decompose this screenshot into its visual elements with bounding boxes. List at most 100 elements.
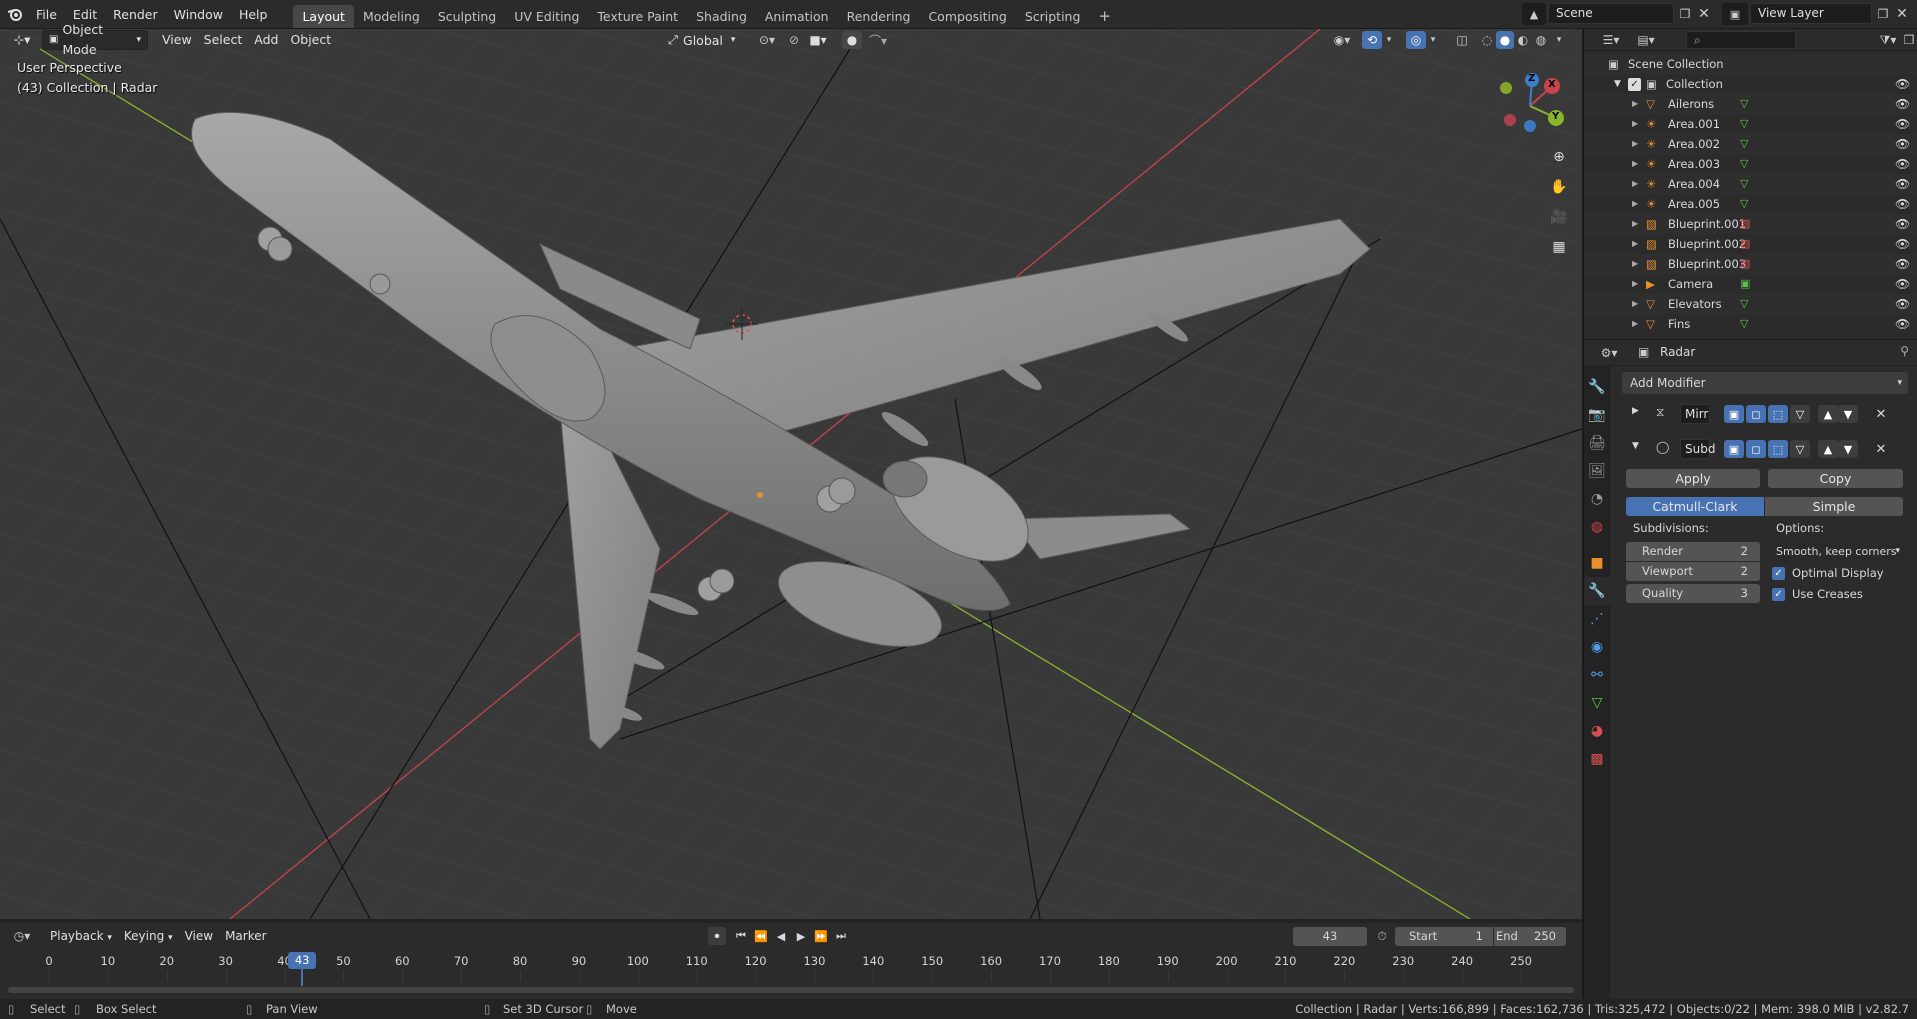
modifier-name-field[interactable]: Mirr — [1680, 404, 1710, 424]
move-down-icon[interactable]: ▼ — [1838, 405, 1858, 423]
menu-view[interactable]: View — [156, 30, 198, 50]
record-icon[interactable]: ⏺ — [708, 927, 726, 945]
current-frame-field[interactable]: 43 — [1293, 927, 1367, 946]
jump-keyframe-back-icon[interactable]: ⏪ — [752, 927, 770, 945]
start-frame-field[interactable]: Start 1 — [1395, 927, 1493, 946]
expand-arrow-icon[interactable]: ▶ — [1632, 154, 1638, 174]
close-icon[interactable]: ✕ — [1872, 405, 1890, 423]
camera-view-icon[interactable]: 🎥 — [1546, 204, 1572, 230]
move-up-icon[interactable]: ▲ — [1818, 405, 1838, 423]
pivot-icon[interactable]: ⊙▾ — [754, 31, 780, 49]
tab-animation[interactable]: Animation — [756, 5, 838, 28]
eye-icon[interactable]: 👁 — [1895, 137, 1910, 151]
view-layer-icon[interactable]: ▣ — [1722, 3, 1748, 25]
outliner-scene-collection[interactable]: ▣ Scene Collection — [1584, 54, 1917, 74]
view-layer-tab-icon[interactable]: 🖼 — [1584, 457, 1610, 485]
tab-compositing[interactable]: Compositing — [919, 5, 1015, 28]
shading-dropdown-icon[interactable]: ▾ — [1552, 31, 1566, 49]
modifier-mirror-header[interactable]: ▶ ⧖ Mirr ▣ ◻ ⬚ ▽ ▲ ▼ ✕ — [1622, 400, 1908, 428]
outliner-item[interactable]: ▶ ☀ Area.004 ▽ 👁 — [1584, 174, 1917, 194]
tab-uv-editing[interactable]: UV Editing — [505, 5, 588, 28]
eye-icon[interactable]: 👁 — [1895, 97, 1910, 111]
material-tab-icon[interactable]: ◕ — [1584, 717, 1610, 745]
catmull-clark-button[interactable]: Catmull-Clark — [1626, 497, 1764, 516]
mesh-data-tab-icon[interactable]: ▽ — [1584, 689, 1610, 717]
expand-arrow-icon[interactable]: ▶ — [1632, 214, 1638, 234]
tab-modeling[interactable]: Modeling — [354, 5, 429, 28]
delete-view-layer-icon[interactable]: ✕ — [1894, 5, 1910, 23]
tab-shading[interactable]: Shading — [687, 5, 756, 28]
eye-icon[interactable]: 👁 — [1895, 117, 1910, 131]
timeline-view-menu[interactable]: View — [179, 926, 219, 946]
new-view-layer-icon[interactable]: ❐ — [1874, 5, 1892, 23]
realtime-toggle-icon[interactable]: ◻ — [1746, 440, 1766, 458]
outliner-collection[interactable]: ▼ ✓ ▣ Collection 👁 — [1584, 74, 1917, 94]
expand-arrow-icon[interactable]: ▶ — [1632, 254, 1638, 274]
menu-select[interactable]: Select — [198, 30, 249, 50]
collapse-arrow-icon[interactable]: ▶ — [1632, 406, 1639, 416]
texture-tab-icon[interactable]: ▩ — [1584, 745, 1610, 773]
viewport-3d[interactable] — [0, 29, 1582, 919]
render-toggle-icon[interactable]: ⬚ — [1768, 440, 1788, 458]
scene-field[interactable]: Scene — [1548, 3, 1674, 24]
expand-arrow-icon[interactable]: ▼ — [1632, 441, 1639, 451]
realtime-toggle-icon[interactable]: ◻ — [1746, 405, 1766, 423]
eye-icon[interactable]: 👁 — [1895, 197, 1910, 211]
outliner-item[interactable]: ▶ ▨ Blueprint.003 ▨ 👁 — [1584, 254, 1917, 274]
jump-start-icon[interactable]: ⏮ — [732, 927, 750, 945]
falloff-icon[interactable]: ⌒▾ — [864, 31, 892, 49]
render-toggle-icon[interactable]: ⬚ — [1768, 405, 1788, 423]
object-tab-icon[interactable]: ■ — [1584, 549, 1610, 577]
outliner-item[interactable]: ▶ ▽ Elevators ▽ 👁 — [1584, 294, 1917, 314]
expand-arrow-icon[interactable]: ▶ — [1632, 234, 1638, 254]
xray-icon[interactable]: ◫ — [1452, 31, 1472, 49]
playhead-frame-badge[interactable]: 43 — [288, 952, 317, 969]
wireframe-shading-icon[interactable]: ◌ — [1478, 31, 1496, 49]
tab-texture-paint[interactable]: Texture Paint — [588, 5, 687, 28]
optimal-display-checkbox[interactable]: ✓ Optimal Display — [1772, 565, 1884, 581]
render-tab-icon[interactable]: 📷 — [1584, 401, 1610, 429]
editor-type-icon[interactable]: ⊹▾ — [8, 30, 36, 50]
properties-editor-icon[interactable]: ⚙▾ — [1594, 344, 1624, 362]
add-workspace-button[interactable]: + — [1089, 5, 1120, 28]
tab-rendering[interactable]: Rendering — [838, 5, 920, 28]
menu-object[interactable]: Object — [284, 30, 337, 50]
menu-add[interactable]: Add — [248, 30, 284, 50]
filter-icon[interactable]: ⧩▾ — [1876, 31, 1900, 49]
menu-help[interactable]: Help — [231, 0, 276, 29]
visibility-icon[interactable]: ◉▾ — [1328, 31, 1356, 49]
play-reverse-icon[interactable]: ◀ — [772, 927, 790, 945]
snap-target-icon[interactable]: ■▾ — [806, 31, 830, 49]
new-scene-icon[interactable]: ❐ — [1676, 5, 1694, 23]
snap-icon[interactable]: ⊘ — [784, 31, 804, 49]
pan-hand-icon[interactable]: ✋ — [1546, 174, 1572, 200]
end-frame-field[interactable]: End 250 — [1494, 927, 1566, 946]
eye-icon[interactable]: 👁 — [1895, 77, 1910, 91]
outliner-item[interactable]: ▶ ☀ Area.005 ▽ 👁 — [1584, 194, 1917, 214]
expand-arrow-icon[interactable]: ▼ — [1614, 74, 1621, 94]
outliner-item[interactable]: ▶ ☀ Area.003 ▽ 👁 — [1584, 154, 1917, 174]
expand-arrow-icon[interactable]: ▶ — [1632, 274, 1638, 294]
cage-toggle-icon[interactable]: ▽ — [1790, 405, 1810, 423]
outliner-item[interactable]: ▶ ☀ Area.001 ▽ 👁 — [1584, 114, 1917, 134]
eye-icon[interactable]: 👁 — [1895, 217, 1910, 231]
delete-scene-icon[interactable]: ✕ — [1696, 5, 1712, 23]
output-tab-icon[interactable]: 🖨 — [1584, 429, 1610, 457]
tool-tab-icon[interactable]: 🔧 — [1584, 373, 1610, 401]
playback-menu[interactable]: Playback ▾ — [44, 926, 118, 946]
rendered-shading-icon[interactable]: ◍ — [1532, 31, 1550, 49]
outliner-search-input[interactable]: ⌕ — [1686, 31, 1796, 49]
expand-arrow-icon[interactable]: ▶ — [1632, 294, 1638, 314]
collection-checkbox[interactable]: ✓ — [1628, 78, 1641, 91]
overlay-toggle-icon[interactable]: ◎ — [1406, 31, 1426, 49]
display-mode-icon[interactable]: ▤▾ — [1632, 31, 1660, 49]
outliner-item[interactable]: ▶ ▽ Fins ▽ 👁 — [1584, 314, 1917, 334]
tab-scripting[interactable]: Scripting — [1016, 5, 1090, 28]
expand-arrow-icon[interactable]: ▶ — [1632, 134, 1638, 154]
timeline-editor-icon[interactable]: ◷▾ — [8, 929, 36, 943]
scene-tab-icon[interactable]: ◔ — [1584, 485, 1610, 513]
new-collection-icon[interactable]: ❐ — [1902, 31, 1916, 49]
timeline-scrollbar[interactable] — [8, 987, 1574, 993]
keying-menu[interactable]: Keying ▾ — [118, 926, 179, 946]
mode-dropdown[interactable]: ▣ Object Mode ▾ — [42, 22, 148, 57]
